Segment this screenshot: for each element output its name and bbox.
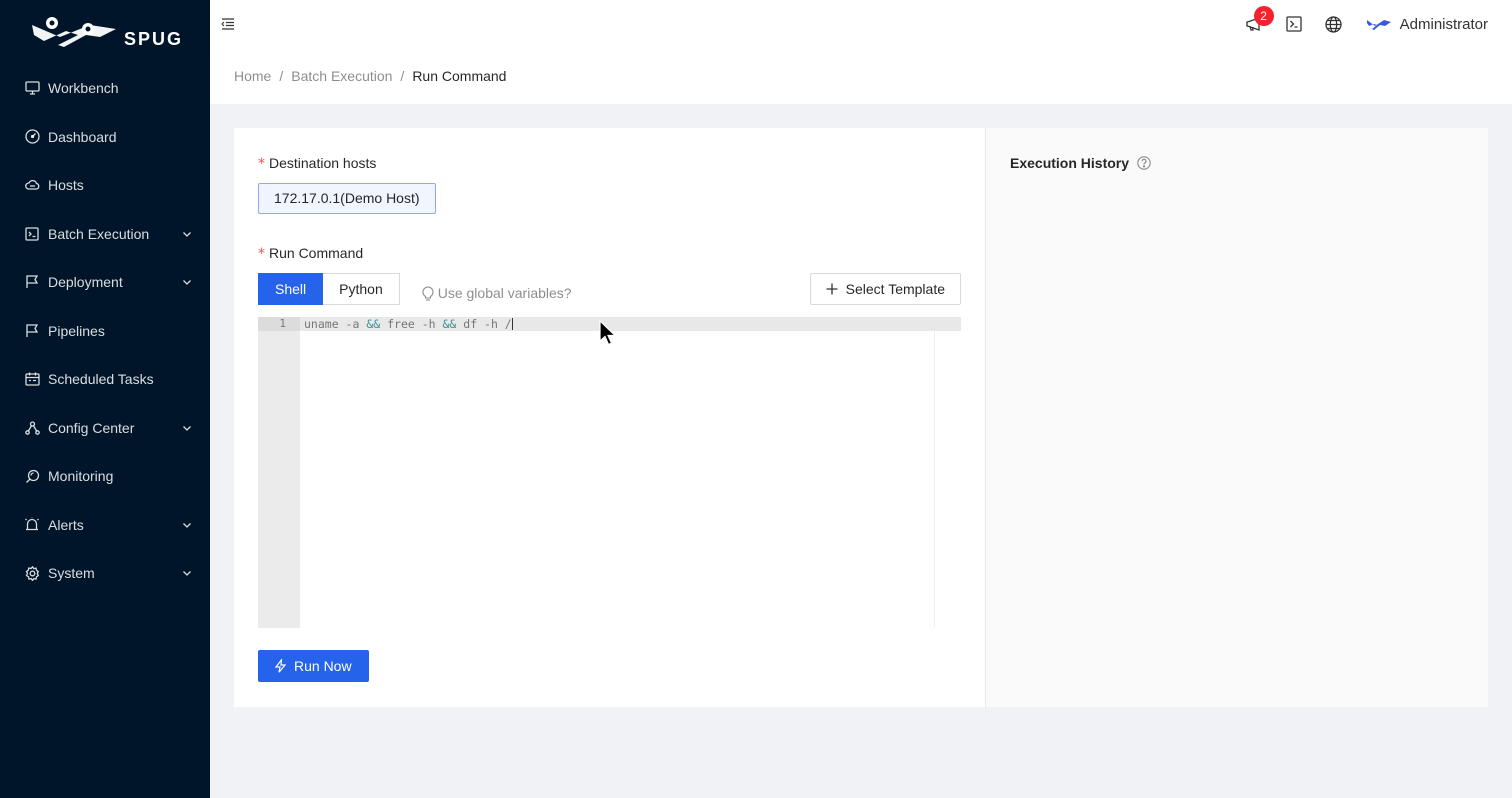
select-template-button[interactable]: Select Template: [809, 273, 961, 305]
code-icon: [24, 226, 40, 242]
dashboard-icon: [24, 129, 40, 145]
global-variables-text: Use global variables?: [437, 285, 572, 301]
sidebar-item-label: Batch Execution: [48, 225, 150, 242]
tab-shell[interactable]: Shell: [258, 273, 324, 305]
tab-python[interactable]: Python: [323, 273, 400, 305]
global-variables-link[interactable]: Use global variables?: [422, 285, 572, 301]
code-token: df -h /: [456, 317, 512, 331]
question-circle-icon[interactable]: [1137, 156, 1151, 170]
sidebar-menu: Workbench Dashboard Hosts Batch Executio…: [0, 64, 210, 598]
sidebar-item-label: Alerts: [48, 516, 84, 533]
web-terminal-button[interactable]: [1274, 0, 1314, 48]
sidebar-item-pipelines[interactable]: Pipelines: [0, 307, 210, 356]
code-operator: &&: [366, 317, 381, 331]
avatar: [1366, 20, 1391, 30]
sidebar-item-batch-execution[interactable]: Batch Execution: [0, 210, 210, 259]
sidebar-item-config-center[interactable]: Config Center: [0, 404, 210, 453]
print-margin: [934, 331, 935, 627]
sidebar-item-label: Scheduled Tasks: [48, 371, 154, 388]
exec-card: * Destination hosts 172.17.0.1(Demo Host)…: [234, 128, 1488, 707]
menu-fold-icon: [221, 18, 234, 30]
cloud-server-icon: [24, 177, 40, 193]
sidebar-item-hosts[interactable]: Hosts: [0, 161, 210, 210]
breadcrumb-separator: /: [400, 68, 405, 84]
execution-history-title: Execution History: [1010, 152, 1464, 174]
sidebar-item-label: System: [48, 565, 95, 582]
run-now-label: Run Now: [294, 658, 352, 674]
logo[interactable]: SPUG: [0, 0, 210, 64]
editor-gutter: [258, 317, 300, 628]
code-line: uname -a && free -h && df -h /: [304, 317, 513, 331]
desktop-icon: [24, 80, 40, 96]
thunderbolt-icon: [275, 659, 286, 673]
hosts-label: * Destination hosts: [258, 152, 961, 174]
breadcrumb-separator: /: [279, 68, 284, 84]
sidebar-item-deployment[interactable]: Deployment: [0, 258, 210, 307]
user-menu[interactable]: Administrator: [1366, 16, 1488, 33]
notification-badge: 2: [1253, 6, 1274, 26]
hosts-label-text: Destination hosts: [269, 155, 377, 171]
chevron-down-icon: [183, 571, 191, 577]
command-label: * Run Command: [258, 242, 961, 264]
sidebar-item-label: Monitoring: [48, 468, 114, 485]
spug-logo-icon: [32, 17, 116, 47]
code-token: uname -a: [304, 317, 367, 331]
alert-icon: [24, 517, 40, 533]
notification-button[interactable]: 2: [1234, 0, 1274, 48]
sidebar-item-label: Config Center: [48, 419, 135, 436]
command-toolbar: Shell Python Use global variables? Selec…: [258, 273, 961, 305]
sidebar-item-dashboard[interactable]: Dashboard: [0, 113, 210, 162]
menu-fold-button[interactable]: [208, 0, 248, 48]
sidebar-item-alerts[interactable]: Alerts: [0, 501, 210, 550]
chevron-down-icon: [183, 522, 191, 528]
chevron-down-icon: [183, 425, 191, 431]
bulb-icon: [422, 286, 434, 301]
breadcrumb-current: Run Command: [412, 68, 507, 84]
chevron-down-icon: [183, 231, 191, 237]
header-actions: 2 Administrator: [1234, 0, 1512, 48]
execution-history-panel: Execution History: [986, 128, 1488, 707]
breadcrumb-home[interactable]: Home: [234, 68, 271, 84]
chevron-down-icon: [183, 280, 191, 286]
code-operator: &&: [442, 317, 457, 331]
sidebar: SPUG Workbench Dashboard Hosts Batch Exe…: [0, 0, 210, 798]
sidebar-item-label: Deployment: [48, 274, 123, 291]
sidebar-item-scheduled-tasks[interactable]: Scheduled Tasks: [0, 355, 210, 404]
setting-icon: [24, 565, 40, 581]
sidebar-item-monitoring[interactable]: Monitoring: [0, 452, 210, 501]
terminal-icon: [1285, 16, 1302, 32]
globe-icon: [1325, 15, 1342, 33]
sidebar-item-label: Hosts: [48, 177, 84, 194]
execution-history-text: Execution History: [1010, 155, 1130, 171]
breadcrumb: Home / Batch Execution / Run Command: [210, 48, 1512, 104]
command-label-text: Run Command: [269, 245, 364, 261]
required-mark: *: [258, 246, 265, 262]
host-select-button[interactable]: 172.17.0.1(Demo Host): [258, 183, 436, 214]
select-template-label: Select Template: [845, 281, 945, 297]
deployment-unit-icon: [24, 420, 40, 436]
code-editor[interactable]: 1 uname -a && free -h && df -h /: [258, 317, 961, 628]
sidebar-item-label: Dashboard: [48, 128, 117, 145]
line-number: 1: [258, 317, 300, 331]
sidebar-item-label: Workbench: [48, 80, 119, 97]
text-cursor: [511, 318, 513, 330]
sidebar-item-workbench[interactable]: Workbench: [0, 64, 210, 113]
flag-icon: [24, 323, 40, 339]
monitor-icon: [24, 468, 40, 484]
required-mark: *: [258, 156, 265, 172]
user-name: Administrator: [1399, 15, 1488, 33]
top-header: 2 Administrator: [210, 0, 1512, 48]
plus-icon: [826, 283, 838, 295]
run-now-button[interactable]: Run Now: [258, 650, 369, 682]
sidebar-item-label: Pipelines: [48, 322, 105, 339]
exec-form: * Destination hosts 172.17.0.1(Demo Host)…: [234, 128, 986, 707]
schedule-icon: [24, 371, 40, 387]
language-button[interactable]: [1314, 0, 1354, 48]
code-token: free -h: [380, 317, 443, 331]
logo-text: SPUG: [124, 28, 184, 49]
breadcrumb-batch-execution[interactable]: Batch Execution: [291, 68, 392, 84]
flag-icon: [24, 274, 40, 290]
sidebar-item-system[interactable]: System: [0, 549, 210, 598]
